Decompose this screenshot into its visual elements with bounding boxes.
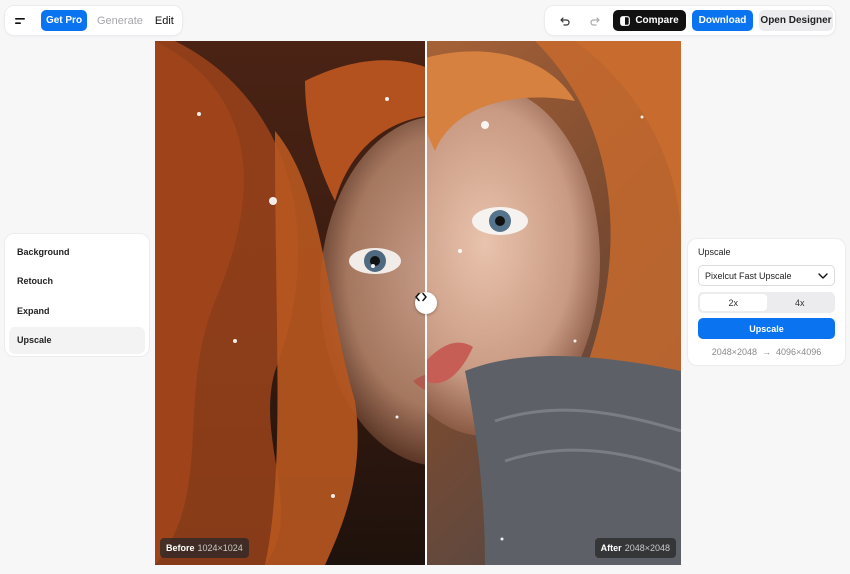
model-value: Pixelcut Fast Upscale <box>705 270 792 281</box>
scale-option-2x[interactable]: 2x <box>700 294 767 311</box>
generate-tab[interactable]: Generate <box>95 10 145 31</box>
compare-button[interactable]: Compare <box>613 10 686 31</box>
edit-tab[interactable]: Edit <box>153 10 176 31</box>
before-label: Before <box>166 543 195 553</box>
upscale-panel: Upscale Pixelcut Fast Upscale 2x 4x Upsc… <box>687 238 846 366</box>
redo-icon[interactable] <box>583 9 607 33</box>
after-size: 2048×2048 <box>624 543 670 553</box>
chevron-down-icon <box>818 272 828 279</box>
menu-icon[interactable] <box>9 9 33 33</box>
after-tag: After 2048×2048 <box>594 538 676 558</box>
tools-sidebar: Background Retouch Expand Upscale <box>4 233 150 357</box>
sidebar-item-retouch[interactable]: Retouch <box>9 268 145 295</box>
model-select[interactable]: Pixelcut Fast Upscale <box>698 265 835 286</box>
top-left-toolbar: Get Pro Generate Edit <box>4 5 183 36</box>
scale-option-4x[interactable]: 4x <box>767 294 834 311</box>
comparison-image[interactable]: Before 1024×1024 After 2048×2048 <box>155 41 681 565</box>
before-size: 1024×1024 <box>197 543 243 553</box>
to-resolution: 4096×4096 <box>776 347 822 357</box>
sidebar-item-background[interactable]: Background <box>9 238 145 265</box>
get-pro-button[interactable]: Get Pro <box>41 10 87 31</box>
scale-segmented-control: 2x 4x <box>698 292 835 313</box>
undo-icon[interactable] <box>553 9 577 33</box>
panel-title: Upscale <box>698 247 731 257</box>
sidebar-item-upscale[interactable]: Upscale <box>9 326 145 354</box>
before-tag: Before 1024×1024 <box>160 538 249 558</box>
arrow-right-icon: → <box>762 347 771 357</box>
compare-handle[interactable] <box>415 292 437 314</box>
from-resolution: 2048×2048 <box>711 347 757 357</box>
open-designer-button[interactable]: Open Designer <box>759 10 833 31</box>
upscale-button[interactable]: Upscale <box>698 318 835 339</box>
compare-icon <box>620 15 631 26</box>
sidebar-item-expand[interactable]: Expand <box>9 297 145 324</box>
download-button[interactable]: Download <box>692 10 753 31</box>
after-label: After <box>600 543 622 553</box>
code-arrows-icon <box>415 292 427 302</box>
resolution-info: 2048×2048 → 4096×4096 <box>698 347 835 357</box>
compare-label: Compare <box>635 15 679 26</box>
top-right-toolbar: Compare Download Open Designer <box>544 5 836 36</box>
